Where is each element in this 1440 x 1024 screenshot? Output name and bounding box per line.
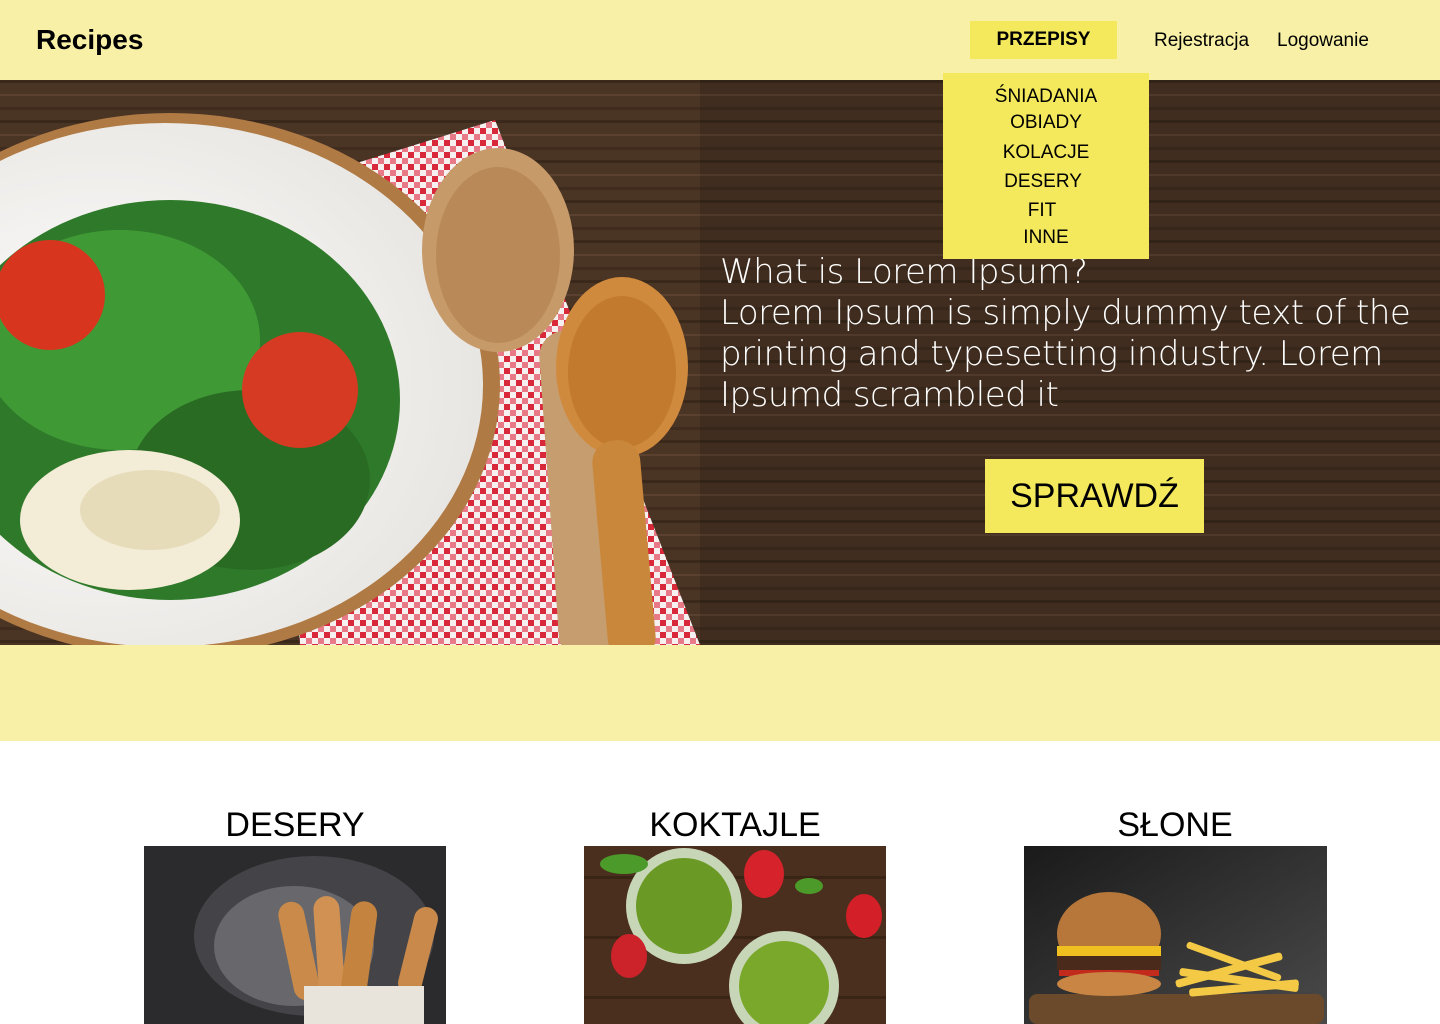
hero-banner: What is Lorem Ipsum? Lorem Ipsum is simp… xyxy=(0,80,1440,645)
category-image-desery[interactable] xyxy=(144,846,446,1024)
dropdown-item-obiady[interactable]: OBIADY xyxy=(943,112,1149,134)
dropdown-item-fit[interactable]: FIT xyxy=(939,200,1145,222)
dropdown-item-desery[interactable]: DESERY xyxy=(940,171,1146,193)
site-logo[interactable]: Recipes xyxy=(36,24,143,56)
nav-rejestracja-link[interactable]: Rejestracja xyxy=(1154,30,1249,52)
top-nav-bar: Recipes PRZEPISY Rejestracja Logowanie xyxy=(0,0,1440,80)
hero-line-2: printing and typesetting industry. Lorem xyxy=(720,334,1383,374)
nav-logowanie-link[interactable]: Logowanie xyxy=(1277,30,1369,52)
hero-line-1: Lorem Ipsum is simply dummy text of the xyxy=(720,293,1411,333)
przepisy-dropdown-menu: ŚNIADANIA OBIADY KOLACJE DESERY FIT INNE xyxy=(943,73,1149,259)
dropdown-item-kolacje[interactable]: KOLACJE xyxy=(943,142,1149,164)
hero-line-3: Ipsumd scrambled it xyxy=(720,375,1059,415)
hero-text-block: What is Lorem Ipsum? Lorem Ipsum is simp… xyxy=(720,252,1411,416)
dropdown-item-sniadania[interactable]: ŚNIADANIA xyxy=(943,86,1149,108)
category-title-koktajle: KOKTAJLE xyxy=(649,806,821,844)
dropdown-item-inne[interactable]: INNE xyxy=(943,227,1149,249)
category-title-desery: DESERY xyxy=(225,806,365,844)
sprawdz-button[interactable]: SPRAWDŹ xyxy=(985,459,1204,533)
category-image-slone-przekaski[interactable] xyxy=(1024,846,1327,1024)
nav-przepisy-button[interactable]: PRZEPISY xyxy=(970,21,1117,59)
yellow-band xyxy=(0,645,1440,741)
category-image-koktajle[interactable] xyxy=(584,846,886,1024)
